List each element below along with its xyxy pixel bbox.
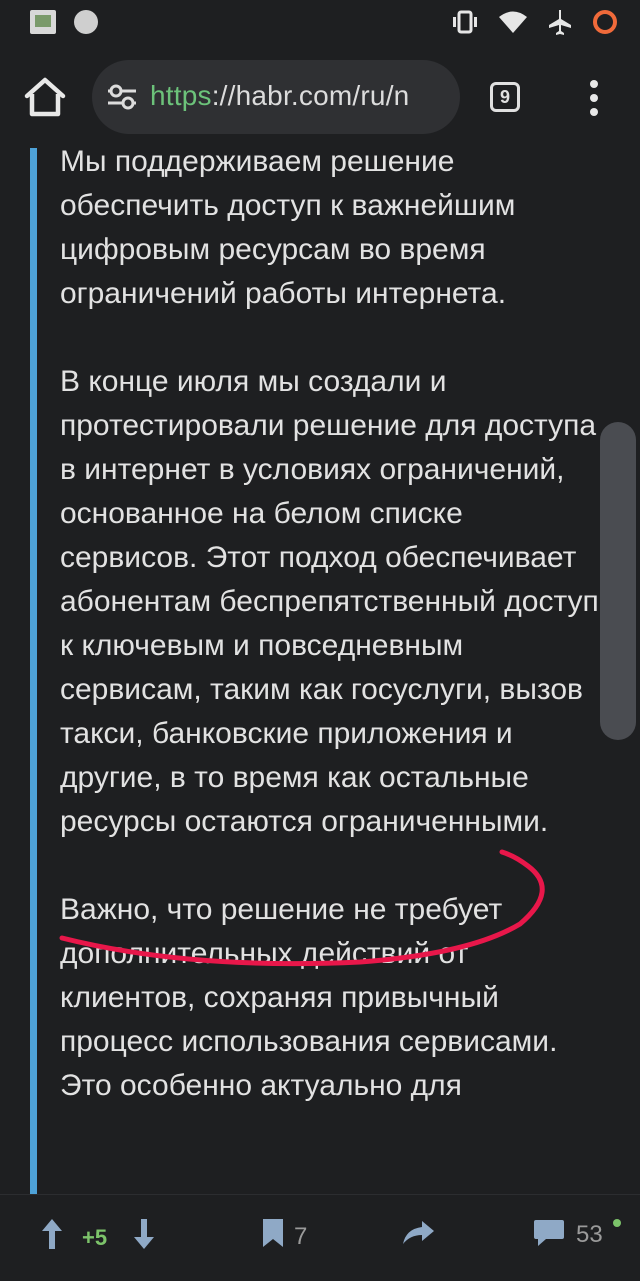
wifi-icon — [499, 11, 527, 33]
blockquote: Мы поддерживаем решение обеспечить досту… — [60, 148, 600, 1152]
url-text[interactable]: https://habr.com/ru/n — [150, 80, 450, 112]
vibrate-icon — [453, 10, 477, 34]
browser-toolbar: https://habr.com/ru/n 9 — [0, 48, 640, 148]
comments-count: 53 — [576, 1221, 603, 1248]
tab-switcher-button[interactable]: 9 — [490, 82, 520, 112]
vote-down-icon[interactable] — [132, 1217, 156, 1251]
url-scheme: https — [150, 80, 212, 111]
bookmark-count: 7 — [294, 1223, 308, 1250]
address-bar[interactable]: https://habr.com/ru/n — [92, 60, 460, 134]
url-host: ://habr.com/ru/n — [211, 80, 410, 111]
share-icon[interactable] — [400, 1217, 436, 1247]
battery-ring-icon — [593, 10, 617, 34]
more-menu-icon[interactable] — [582, 74, 606, 122]
comments-icon[interactable] — [532, 1217, 566, 1249]
scrollbar-thumb[interactable] — [600, 422, 636, 740]
rating-score: +5 — [82, 1225, 108, 1250]
app-notification-icon — [74, 10, 98, 34]
vote-up-icon[interactable] — [40, 1217, 64, 1251]
site-settings-icon[interactable] — [106, 84, 138, 110]
home-icon[interactable] — [22, 74, 68, 120]
paragraph-3: Важно, что решение не требует дополнител… — [60, 893, 558, 1102]
new-comments-indicator — [613, 1219, 621, 1227]
article-content[interactable]: Мы поддерживаем решение обеспечить досту… — [0, 148, 640, 1194]
article-action-bar: +5 7 53 — [0, 1194, 640, 1281]
paragraph-1: Мы поддерживаем решение обеспечить досту… — [60, 148, 516, 310]
blockquote-bar — [30, 148, 37, 1194]
bookmark-icon[interactable] — [260, 1217, 286, 1249]
paragraph-2: В конце июля мы создали и протестировали… — [60, 365, 599, 838]
gallery-notification-icon — [30, 10, 56, 34]
tab-count: 9 — [499, 86, 510, 107]
status-bar — [0, 0, 640, 48]
airplane-icon — [549, 10, 571, 35]
